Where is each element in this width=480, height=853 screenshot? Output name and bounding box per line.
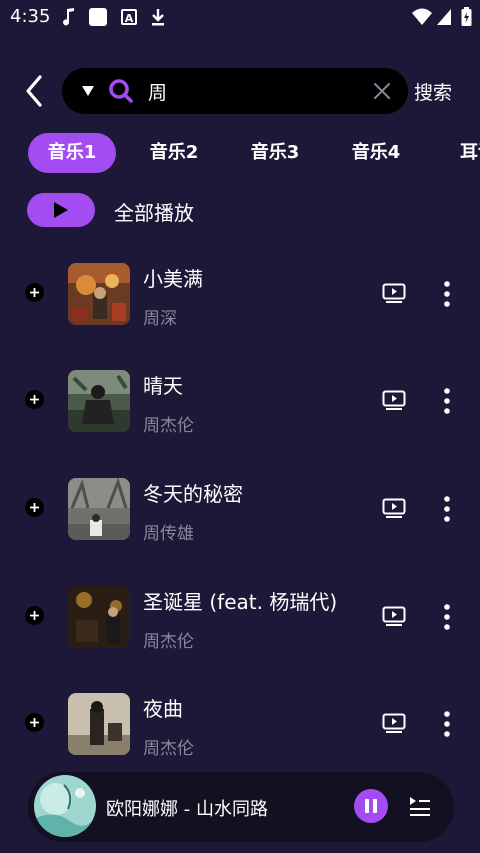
play-icon	[54, 202, 68, 218]
back-arrow-icon[interactable]	[18, 72, 52, 110]
tab-music-1[interactable]: 音乐1	[28, 133, 116, 173]
now-playing-title: 欧阳娜娜 - 山水同路	[106, 799, 268, 820]
album-cover	[68, 370, 130, 432]
add-icon[interactable]	[25, 713, 44, 732]
caret-down-icon[interactable]	[82, 85, 94, 97]
play-all-button[interactable]	[27, 193, 95, 227]
song-row[interactable]: 夜曲 周杰伦	[0, 673, 480, 773]
signal-icon	[437, 9, 451, 25]
more-vertical-icon[interactable]	[440, 281, 454, 307]
tab-music-2[interactable]: 音乐2	[130, 133, 218, 173]
song-title: 冬天的秘密	[143, 482, 243, 506]
add-icon[interactable]	[25, 498, 44, 517]
album-cover	[68, 693, 130, 755]
mini-player[interactable]: 欧阳娜娜 - 山水同路	[28, 772, 454, 842]
album-cover	[68, 586, 130, 648]
search-bar	[62, 68, 408, 114]
category-tabs: 音乐1 音乐2 音乐3 音乐4 耳语	[0, 133, 480, 173]
pause-button[interactable]	[354, 789, 388, 823]
song-artist: 周杰伦	[143, 632, 194, 652]
battery-icon	[461, 7, 472, 26]
status-time: 4:35	[10, 6, 51, 27]
song-artist: 周深	[143, 309, 177, 329]
more-vertical-icon[interactable]	[440, 604, 454, 630]
song-artist: 周传雄	[143, 524, 194, 544]
song-title: 小美满	[143, 267, 203, 291]
album-cover	[68, 478, 130, 540]
play-all-label[interactable]: 全部播放	[114, 197, 194, 226]
music-note-icon	[63, 8, 74, 26]
search-icon	[109, 79, 133, 103]
video-icon[interactable]	[382, 713, 406, 733]
tab-whisper[interactable]: 耳语	[434, 133, 480, 173]
wifi-icon	[412, 8, 432, 25]
song-row[interactable]: 小美满 周深	[0, 243, 480, 343]
song-row[interactable]: 圣诞星 (feat. 杨瑞代) 周杰伦	[0, 566, 480, 666]
video-icon[interactable]	[382, 498, 406, 518]
square-icon	[89, 8, 107, 26]
download-icon	[152, 9, 164, 26]
tab-music-4[interactable]: 音乐4	[332, 133, 420, 173]
album-cover	[68, 263, 130, 325]
add-icon[interactable]	[25, 390, 44, 409]
status-bar: 4:35 A	[0, 0, 480, 34]
video-icon[interactable]	[382, 390, 406, 410]
song-row[interactable]: 冬天的秘密 周传雄	[0, 458, 480, 558]
search-button[interactable]: 搜索	[414, 78, 452, 105]
song-title: 晴天	[143, 374, 183, 398]
song-artist: 周杰伦	[143, 416, 194, 436]
playlist-icon[interactable]	[408, 795, 432, 817]
song-title: 夜曲	[143, 697, 183, 721]
now-playing-cover	[34, 775, 96, 837]
video-icon[interactable]	[382, 606, 406, 626]
more-vertical-icon[interactable]	[440, 496, 454, 522]
add-icon[interactable]	[25, 283, 44, 302]
svg-text:A: A	[125, 12, 134, 25]
add-icon[interactable]	[25, 606, 44, 625]
song-title: 圣诞星 (feat. 杨瑞代)	[143, 590, 338, 614]
a-icon: A	[121, 9, 137, 25]
more-vertical-icon[interactable]	[440, 388, 454, 414]
song-row[interactable]: 晴天 周杰伦	[0, 350, 480, 450]
pause-icon	[365, 799, 377, 813]
search-input[interactable]	[148, 77, 348, 105]
tab-music-3[interactable]: 音乐3	[231, 133, 319, 173]
song-artist: 周杰伦	[143, 739, 194, 759]
more-vertical-icon[interactable]	[440, 711, 454, 737]
close-icon[interactable]	[372, 81, 392, 101]
video-icon[interactable]	[382, 283, 406, 303]
